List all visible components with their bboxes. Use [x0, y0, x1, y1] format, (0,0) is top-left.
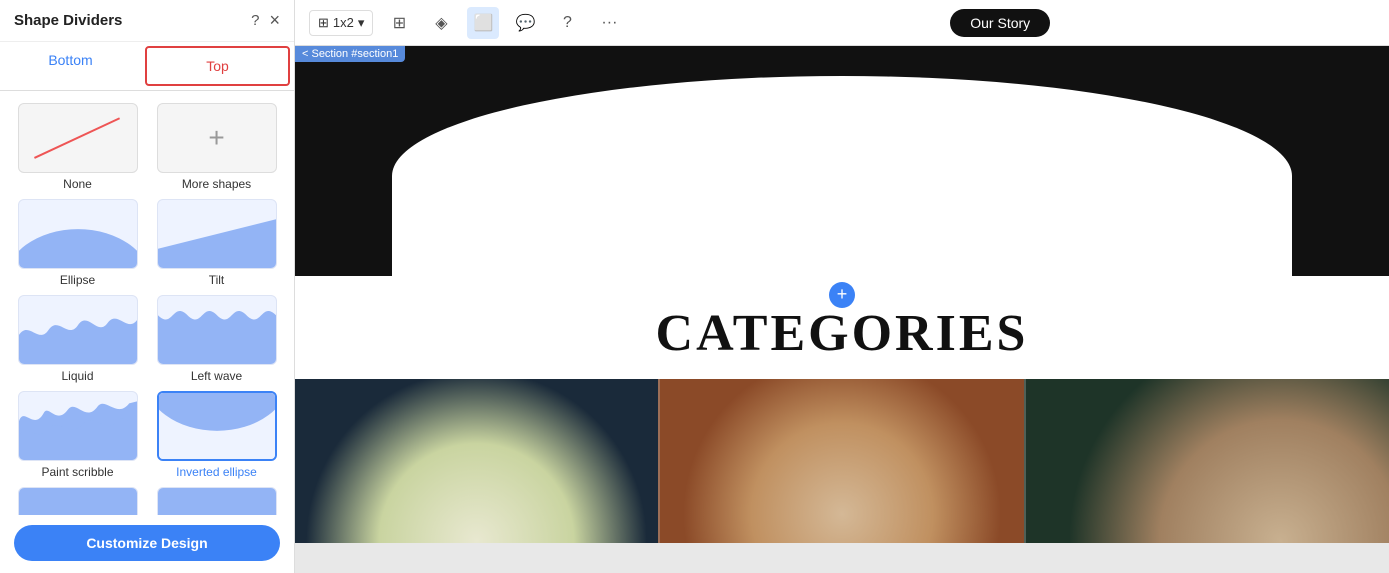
none-line [34, 117, 120, 159]
tab-top[interactable]: Top [145, 46, 290, 86]
panel-title: Shape Dividers [14, 12, 122, 29]
shape-item-ellipse[interactable]: Ellipse [12, 199, 143, 287]
chevron-down-icon: ▾ [358, 15, 365, 31]
customize-design-button[interactable]: Customize Design [14, 525, 280, 561]
grid-icon: ⊞ [318, 15, 329, 31]
help-button[interactable]: ? [551, 7, 583, 39]
website-preview: < Section #section1 + CATEGORIES Fresh F… [295, 46, 1389, 543]
shape-thumb-tilt [157, 199, 277, 269]
add-section-button[interactable]: ⊞ [383, 7, 415, 39]
toolbar-left: ⊞ 1x2 ▾ ⊞ ◈ ⬜ 💬 ? ··· [309, 7, 625, 39]
card-accessories[interactable]: Accessories Shop Now [1024, 379, 1389, 543]
editor-area: ⊞ 1x2 ▾ ⊞ ◈ ⬜ 💬 ? ··· Our Story [295, 0, 1389, 573]
shape-label-tilt: Tilt [209, 273, 225, 287]
section-label[interactable]: < Section #section1 [295, 46, 405, 62]
shape-thumb-ellipse [18, 199, 138, 269]
shape-label-ellipse: Ellipse [60, 273, 95, 287]
panel-header-icons: ? × [251, 10, 280, 31]
shape-thumb-bottom1 [18, 487, 138, 515]
plus-icon: + [208, 122, 224, 154]
shape-dividers-panel: Shape Dividers ? × Bottom Top None + Mor… [0, 0, 295, 573]
shape-item-none[interactable]: None [12, 103, 143, 191]
layers-button[interactable]: ◈ [425, 7, 457, 39]
accessories-image [1026, 379, 1389, 543]
shape-label-invertedellipse: Inverted ellipse [176, 465, 257, 479]
shape-label-none: None [63, 177, 92, 191]
shape-label-liquid: Liquid [61, 369, 93, 383]
categories-title: CATEGORIES [295, 304, 1389, 363]
shape-item-invertedellipse[interactable]: Inverted ellipse [151, 391, 282, 479]
cards-row: Fresh Flowers Shop Now Dried Flowers Sho… [295, 379, 1389, 543]
shape-item-leftwave[interactable]: Left wave [151, 295, 282, 383]
tab-bottom[interactable]: Bottom [0, 42, 141, 90]
shape-item-tilt[interactable]: Tilt [151, 199, 282, 287]
panel-header: Shape Dividers ? × [0, 0, 294, 42]
help-icon[interactable]: ? [251, 12, 259, 29]
shape-thumb-none [18, 103, 138, 173]
shape-label-paintscribble: Paint scribble [41, 465, 113, 479]
top-toolbar: ⊞ 1x2 ▾ ⊞ ◈ ⬜ 💬 ? ··· Our Story [295, 0, 1389, 46]
shape-thumb-paintscribble [18, 391, 138, 461]
add-section-icon: ⊞ [393, 13, 406, 33]
layout-label: 1x2 [333, 15, 354, 30]
ellipsis-icon: ··· [601, 14, 617, 32]
dried-flowers-image [660, 379, 1023, 543]
crop-button[interactable]: ⬜ [467, 7, 499, 39]
close-icon[interactable]: × [269, 10, 280, 31]
question-icon: ? [563, 14, 572, 32]
shape-item-bottom2[interactable] [151, 487, 282, 515]
hero-section [295, 46, 1389, 276]
shape-item-liquid[interactable]: Liquid [12, 295, 143, 383]
shape-thumb-leftwave [157, 295, 277, 365]
shape-grid: None + More shapes Ellipse [0, 91, 294, 515]
shape-item-more[interactable]: + More shapes [151, 103, 282, 191]
shape-thumb-liquid [18, 295, 138, 365]
shape-thumb-bottom2 [157, 487, 277, 515]
shape-thumb-more: + [157, 103, 277, 173]
canvas: < Section #section1 + CATEGORIES Fresh F… [295, 46, 1389, 573]
tabs-container: Bottom Top [0, 42, 294, 91]
layers-icon: ◈ [435, 13, 447, 33]
shape-thumb-invertedellipse [157, 391, 277, 461]
shape-label-leftwave: Left wave [191, 369, 242, 383]
fresh-flowers-image [295, 379, 658, 543]
add-content-button[interactable]: + [829, 282, 855, 308]
card-fresh-flowers[interactable]: Fresh Flowers Shop Now [295, 379, 658, 543]
shape-item-paintscribble[interactable]: Paint scribble [12, 391, 143, 479]
nav-pill[interactable]: Our Story [950, 9, 1050, 37]
hero-arch [392, 76, 1292, 276]
comment-button[interactable]: 💬 [509, 7, 541, 39]
more-options-button[interactable]: ··· [593, 7, 625, 39]
card-dried-flowers[interactable]: Dried Flowers Shop Now [658, 379, 1023, 543]
comment-icon: 💬 [515, 13, 535, 33]
customize-btn-wrap: Customize Design [0, 515, 294, 573]
shape-label-more: More shapes [182, 177, 251, 191]
layout-select[interactable]: ⊞ 1x2 ▾ [309, 10, 373, 36]
shape-item-bottom1[interactable] [12, 487, 143, 515]
crop-icon: ⬜ [473, 13, 493, 33]
